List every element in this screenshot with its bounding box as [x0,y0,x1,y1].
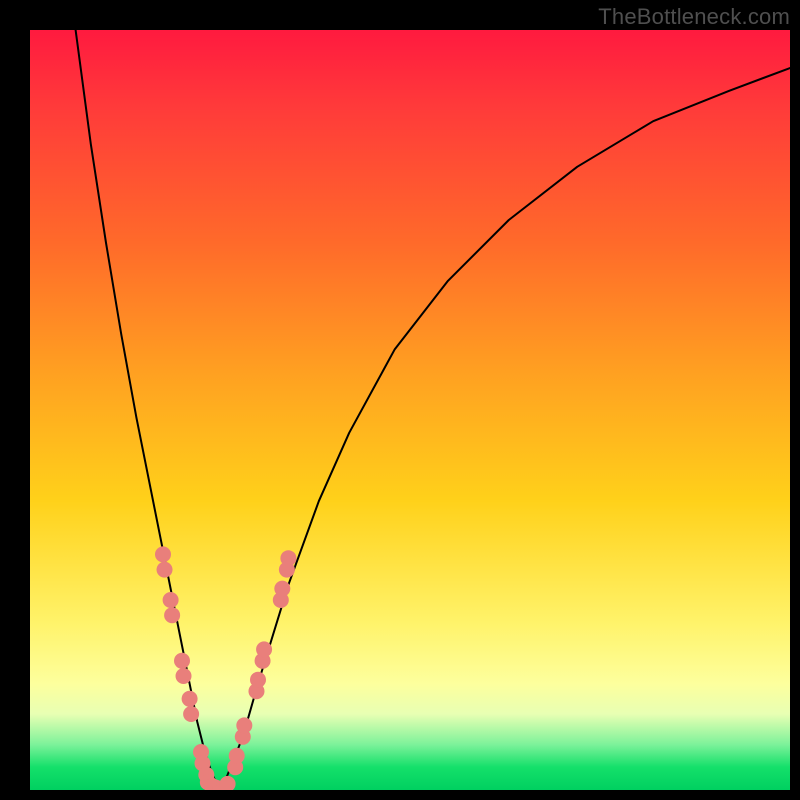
marker-dots-left [157,562,173,578]
chart-svg [30,30,790,790]
marker-dots-bottom [220,776,236,790]
watermark-text: TheBottleneck.com [598,4,790,30]
marker-dots-right [280,550,296,566]
marker-dots-left [174,653,190,669]
marker-dots-left [176,668,192,684]
marker-dots-left [164,607,180,623]
marker-dots-left [155,546,171,562]
chart-frame: TheBottleneck.com [0,0,800,800]
marker-dots-right [229,748,245,764]
marker-dots-right [256,641,272,657]
marker-dots-right [236,717,252,733]
marker-dots-left [183,706,199,722]
plot-area [30,30,790,790]
marker-dots-left [182,691,198,707]
marker-dots-right [274,581,290,597]
marker-dots-right [250,672,266,688]
marker-dots-left [163,592,179,608]
